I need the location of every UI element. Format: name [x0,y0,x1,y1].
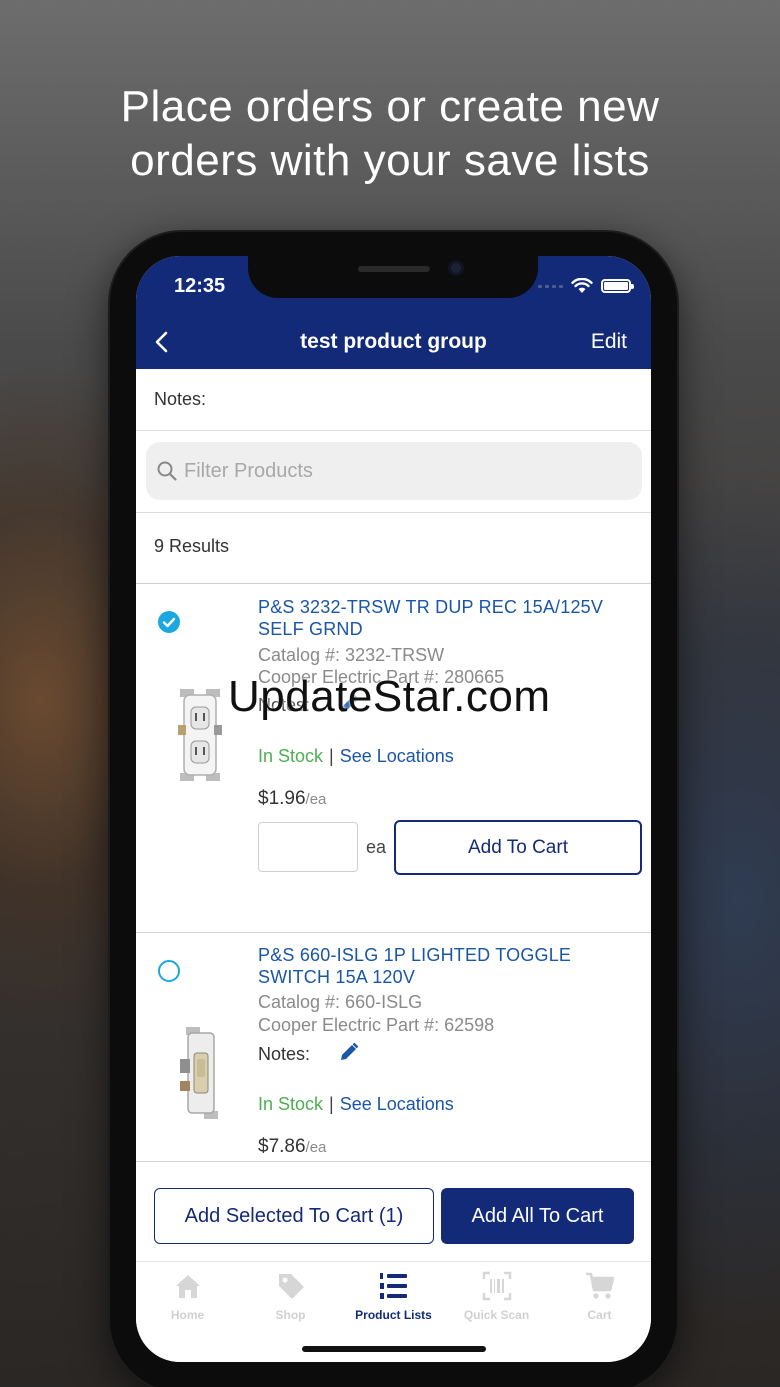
headline-line-1: Place orders or create new [120,82,660,131]
tab-label: Product Lists [355,1308,432,1322]
item-price: $7.86/ea [258,1136,326,1158]
stock-status: In Stock | See Locations [258,1094,454,1115]
status-time: 12:35 [174,275,226,297]
numbered-list-icon [379,1273,407,1299]
phone-notch [248,256,538,298]
app-header: 12:35 test product group Edit [136,256,651,369]
item-checkbox-checked[interactable] [158,611,180,633]
edit-button[interactable]: Edit [591,330,627,354]
pencil-icon[interactable] [338,1041,360,1063]
page-title: test product group [300,330,487,353]
add-to-cart-button[interactable]: Add To Cart [394,820,642,875]
catalog-number: Catalog #: 660-ISLG [258,992,423,1012]
in-stock-label: In Stock [258,746,324,766]
see-locations-link[interactable]: See Locations [340,746,454,766]
watermark-text: UpdateStar.com [228,672,551,721]
price-unit: /ea [305,1139,327,1156]
signal-icon [538,284,563,288]
results-count: 9 Results [136,514,651,584]
item-price: $1.96/ea [258,788,326,810]
home-icon [175,1275,200,1298]
tab-shop[interactable]: Shop [239,1270,342,1322]
item-notes-label: Notes: [258,1044,311,1064]
product-list-item: P&S 660-ISLG 1P LIGHTED TOGGLE SWITCH 15… [136,933,651,1161]
catalog-number: Catalog #: 3232-TRSW [258,645,445,665]
add-selected-to-cart-button[interactable]: Add Selected To Cart (1) [154,1188,434,1244]
battery-icon [601,279,634,293]
product-image-toggle-switch [180,1027,218,1119]
tab-label: Cart [587,1308,612,1322]
filter-section [136,431,651,513]
search-icon [157,461,177,481]
tab-product-lists[interactable]: Product Lists [342,1270,445,1322]
tab-label: Quick Scan [463,1308,530,1322]
item-checkbox-unchecked[interactable] [158,960,180,982]
add-all-to-cart-button[interactable]: Add All To Cart [441,1188,634,1244]
quantity-unit: ea [366,837,387,857]
tab-label: Home [170,1308,205,1322]
tab-quick-scan[interactable]: Quick Scan [445,1270,548,1322]
home-indicator [302,1346,486,1352]
product-image-receptacle [178,689,222,781]
stock-status: In Stock | See Locations [258,746,454,767]
stock-separator: | [329,746,334,766]
price-unit: /ea [305,791,327,808]
promo-headline: Place orders or create new orders with y… [0,80,780,188]
tab-cart[interactable]: Cart [548,1270,651,1322]
filter-products-input[interactable] [184,459,604,483]
front-camera [448,260,464,276]
stock-separator: | [329,1094,334,1114]
notes-label: Notes: [154,389,207,409]
tab-label: Shop [275,1308,306,1322]
nav-bar: test product group Edit [136,322,651,362]
headline-line-2: orders with your save lists [130,136,650,185]
status-icons [538,278,634,294]
barcode-scan-icon [482,1271,511,1301]
list-notes-row[interactable]: Notes: [136,369,651,431]
part-number: Cooper Electric Part #: 62598 [258,1015,495,1035]
speaker-grille [358,266,430,272]
product-name-link[interactable]: P&S 3232-TRSW TR DUP REC 15A/125V SELF G… [258,596,628,640]
price-value: $1.96 [258,788,306,809]
filter-box[interactable] [146,442,642,500]
checkmark-icon [162,617,176,628]
bulk-actions: Add Selected To Cart (1) Add All To Cart [136,1161,651,1261]
product-list-item: P&S 3232-TRSW TR DUP REC 15A/125V SELF G… [136,585,651,933]
price-value: $7.86 [258,1136,306,1157]
product-name-link[interactable]: P&S 660-ISLG 1P LIGHTED TOGGLE SWITCH 15… [258,944,628,988]
in-stock-label: In Stock [258,1094,324,1114]
cart-icon [585,1272,614,1299]
tab-home[interactable]: Home [136,1270,239,1322]
app-screen: 12:35 test product group Edit Notes: Fil… [136,256,651,1362]
tag-icon [278,1274,304,1299]
wifi-icon [571,278,593,293]
see-locations-link[interactable]: See Locations [340,1094,454,1114]
quantity-input[interactable] [258,822,358,872]
